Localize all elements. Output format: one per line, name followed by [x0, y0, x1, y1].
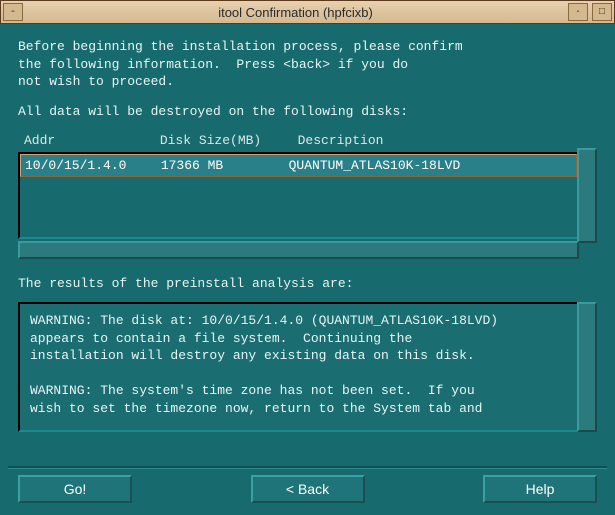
back-button[interactable]: < Back [251, 475, 365, 503]
intro-text: Before beginning the installation proces… [18, 38, 597, 91]
cell-size: 17366 MB [161, 157, 281, 175]
results-vertical-scrollbar[interactable] [577, 302, 597, 432]
destroy-warning: All data will be destroyed on the follow… [18, 103, 597, 121]
disk-table: Addr Disk Size(MB) Description 10/0/15/1… [18, 130, 597, 259]
go-button[interactable]: Go! [18, 475, 132, 503]
minimize-button[interactable]: · [568, 3, 588, 21]
col-desc: Description [298, 132, 384, 150]
cell-desc: QUANTUM_ATLAS10K-18LVD [289, 157, 461, 175]
content-area: Before beginning the installation proces… [0, 24, 615, 442]
table-header-row: Addr Disk Size(MB) Description [18, 130, 597, 152]
results-text[interactable]: WARNING: The disk at: 10/0/15/1.4.0 (QUA… [18, 302, 579, 432]
maximize-button[interactable]: □ [592, 3, 612, 21]
table-vertical-scrollbar[interactable] [577, 148, 597, 243]
table-body[interactable]: 10/0/15/1.4.0 17366 MB QUANTUM_ATLAS10K-… [18, 152, 579, 239]
button-row: Go! < Back Help [18, 475, 597, 503]
table-row[interactable]: 10/0/15/1.4.0 17366 MB QUANTUM_ATLAS10K-… [20, 154, 577, 178]
separator-line [8, 466, 607, 469]
col-addr: Addr [24, 132, 152, 150]
col-size: Disk Size(MB) [160, 132, 290, 150]
table-horizontal-scrollbar[interactable] [18, 241, 579, 259]
help-button[interactable]: Help [483, 475, 597, 503]
results-panel: WARNING: The disk at: 10/0/15/1.4.0 (QUA… [18, 302, 597, 432]
window-title: itool Confirmation (hpfcixb) [25, 5, 566, 20]
results-label: The results of the preinstall analysis a… [18, 275, 597, 293]
confirmation-window: - itool Confirmation (hpfcixb) · □ Befor… [0, 0, 615, 515]
cell-addr: 10/0/15/1.4.0 [25, 157, 153, 175]
titlebar: - itool Confirmation (hpfcixb) · □ [0, 0, 615, 24]
window-menu-button[interactable]: - [3, 3, 23, 21]
